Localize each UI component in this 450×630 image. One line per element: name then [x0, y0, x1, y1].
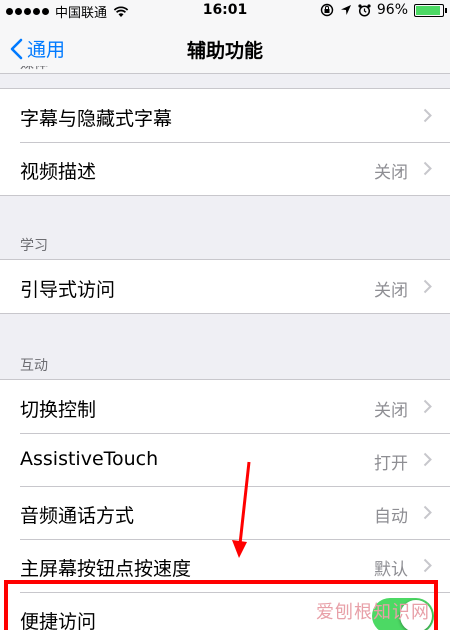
- chevron-right-icon: [423, 108, 432, 123]
- section-header-interaction: 互动: [20, 358, 48, 374]
- location-icon: [340, 5, 351, 15]
- status-bar: 中国联通 16:01 96%: [0, 0, 450, 22]
- row-value: 关闭: [374, 281, 408, 301]
- annotation-arrow-icon: [232, 461, 251, 558]
- row-switch-control[interactable]: 切换控制 关闭: [0, 380, 450, 433]
- row-label: 主屏幕按钮点按速度: [20, 558, 192, 580]
- row-label: 引导式访问: [20, 279, 116, 301]
- row-label: 字幕与隐藏式字幕: [20, 108, 173, 130]
- settings-group-learning: 引导式访问 关闭: [0, 259, 450, 314]
- row-label: 视频描述: [20, 161, 97, 183]
- section-header-media: 媒体: [20, 66, 48, 76]
- annotation-highlight-box: [4, 580, 438, 630]
- page-title: 辅助功能: [186, 40, 263, 62]
- section-header-media-label: 媒体: [20, 66, 48, 72]
- settings-group-media: 字幕与隐藏式字幕 视频描述 关闭: [0, 88, 450, 196]
- section-header-learning: 学习: [20, 238, 48, 254]
- battery-percent: 96%: [376, 2, 408, 18]
- row-video-description[interactable]: 视频描述 关闭: [0, 142, 450, 195]
- row-guided-access[interactable]: 引导式访问 关闭: [0, 260, 450, 313]
- chevron-right-icon: [423, 161, 432, 176]
- row-value: 关闭: [374, 401, 408, 421]
- row-value: 默认: [374, 560, 408, 580]
- row-label: AssistiveTouch: [20, 448, 159, 470]
- row-value: 打开: [374, 454, 408, 474]
- row-label: 切换控制: [20, 399, 97, 421]
- navigation-bar: 通用 辅助功能: [0, 22, 450, 74]
- row-value: 关闭: [374, 163, 408, 183]
- battery-icon: [414, 3, 447, 17]
- row-captions[interactable]: 字幕与隐藏式字幕: [0, 89, 450, 142]
- chevron-right-icon: [423, 558, 432, 573]
- row-value: 自动: [374, 507, 408, 527]
- chevron-right-icon: [423, 279, 432, 294]
- chevron-right-icon: [423, 452, 432, 467]
- chevron-right-icon: [423, 399, 432, 414]
- row-label: 音频通话方式: [20, 505, 135, 527]
- alarm-icon: [358, 3, 371, 17]
- rotation-lock-icon: [320, 3, 334, 17]
- status-right: 96%: [320, 2, 447, 18]
- chevron-right-icon: [423, 505, 432, 520]
